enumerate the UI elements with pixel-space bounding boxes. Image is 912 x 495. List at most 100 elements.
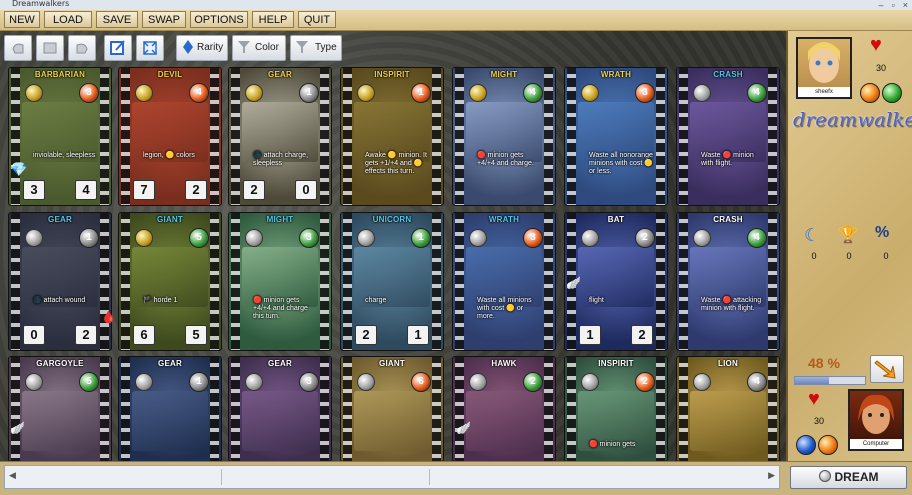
card-name: HAWK [491, 359, 517, 368]
menu-load-button[interactable]: LOAD [44, 11, 92, 28]
card-crash[interactable]: CRASH 4 Waste 🔴 attacking minion with flig… [676, 212, 780, 351]
card-name: GIANT [157, 215, 183, 224]
dream-button[interactable]: DREAM [790, 466, 907, 489]
card-name: GEAR [268, 359, 292, 368]
fullscreen-button[interactable] [136, 35, 164, 61]
film-strip-right [210, 68, 219, 205]
card-text: 🔴 minion gets +4/+4 and charge this turn… [253, 297, 308, 320]
card-level: 6 [411, 372, 431, 392]
card-name: WRATH [600, 70, 632, 79]
film-strip-right [210, 213, 219, 350]
card-text: 🔴 minion gets [589, 441, 636, 448]
card-giant[interactable]: GIANT 6 [340, 356, 444, 462]
card-level: 5 [189, 228, 209, 248]
computer-face-icon [858, 394, 894, 434]
card-crash[interactable]: CRASH 4 Waste 🔴 minion with flight. [676, 67, 780, 206]
card-art [242, 391, 318, 451]
undo-button[interactable] [4, 35, 32, 61]
player-avatar[interactable]: sheefx [796, 37, 852, 99]
card-devil[interactable]: DEVIL 4 legion, 🟡 colors 7 2 [118, 67, 222, 206]
cost-orb-icon [25, 84, 43, 102]
card-text: flight [589, 297, 604, 304]
hand-scrollbar[interactable]: ◀ ▶ [4, 465, 780, 489]
redo-icon [76, 43, 88, 54]
cost-orb-icon [245, 84, 263, 102]
film-strip-right [432, 213, 441, 350]
maximize-icon[interactable]: ▫ [892, 0, 895, 10]
card-gear[interactable]: GEAR 1 🌑 attach wound 0 2 [8, 212, 112, 351]
redo-button[interactable] [68, 35, 96, 61]
cost-orb-icon [469, 84, 487, 102]
card-wrath[interactable]: WRATH 3 Waste all nonorange minions with c… [564, 67, 668, 206]
type-filter-button[interactable]: Type [290, 35, 342, 61]
card-might[interactable]: MIGHT 3 🔴 minion gets +4/+4 and charge thi… [228, 212, 332, 351]
film-strip-left [679, 68, 688, 205]
cost-orb-icon [245, 229, 263, 247]
card-text: Waste all minions with cost 🟡 or more. [477, 297, 532, 320]
moon-icon: ☾ [804, 225, 821, 245]
player-name: sheefx [798, 87, 850, 97]
scroll-left-icon[interactable]: ◀ [9, 470, 16, 481]
film-strip-right [544, 357, 553, 461]
film-strip-right [100, 68, 109, 205]
rarity-sort-button[interactable]: Rarity [176, 35, 228, 61]
card-level: 4 [747, 83, 767, 103]
card-might[interactable]: MIGHT 4 🔴 minion gets +4/+4 and charge. [452, 67, 556, 206]
film-strip-right [210, 357, 219, 461]
card-art [22, 391, 98, 451]
edit-button[interactable] [104, 35, 132, 61]
computer-avatar[interactable]: Computer [848, 389, 904, 451]
card-name: WRATH [488, 215, 520, 224]
card-lion[interactable]: LION 4 [676, 356, 780, 462]
blood-drop-icon: 🩸 [101, 310, 116, 324]
card-gear[interactable]: GEAR 1 [118, 356, 222, 462]
film-strip-left [343, 357, 352, 461]
orange-mana-orb-icon [860, 83, 880, 103]
card-text: 🔴 minion gets +4/+4 and charge. [477, 152, 534, 167]
menu-new-button[interactable]: NEW [4, 11, 40, 28]
card-gear[interactable]: GEAR 1 🌑 attach charge, sleepless 2 0 [228, 67, 332, 206]
card-wrath[interactable]: WRATH 3 Waste all minions with cost 🟡 or m… [452, 212, 556, 351]
card-art [132, 391, 208, 451]
card-board: Rarity Color Type BARBARIAN 3 inviolable, … [0, 31, 786, 462]
card-level: 2 [635, 228, 655, 248]
card-barbarian[interactable]: BARBARIAN 3 inviolable, sleepless 3 4 [8, 67, 112, 206]
film-strip-right [320, 213, 329, 350]
card-name: CRASH [713, 70, 743, 79]
progress-bar [794, 376, 866, 385]
card-level: 2 [523, 372, 543, 392]
card-inspirit[interactable]: INSPIRIT 2 🔴 minion gets [564, 356, 668, 462]
menu-quit-button[interactable]: QUIT [298, 11, 336, 28]
card-level: 3 [299, 228, 319, 248]
card-inspirit[interactable]: INSPIRIT 1 Awake 🟡 minion. It gets +1/+4 a… [340, 67, 444, 206]
close-icon[interactable]: × [903, 0, 908, 10]
card-defense: 0 [295, 180, 317, 200]
menu-swap-button[interactable]: SWAP [142, 11, 186, 28]
film-strip-left [567, 68, 576, 205]
menu-save-button[interactable]: SAVE [96, 11, 138, 28]
card-level: 4 [747, 228, 767, 248]
cost-orb-icon [25, 229, 43, 247]
card-name: BAT [607, 215, 625, 224]
card-text: Waste all nonorange minions with cost 🟡 … [589, 152, 653, 175]
card-level: 3 [299, 372, 319, 392]
card-defense: 5 [185, 325, 207, 345]
window-title: Dreamwalkers [12, 0, 70, 8]
color-filter-button[interactable]: Color [232, 35, 286, 61]
next-turn-button[interactable] [870, 355, 904, 383]
scroll-right-icon[interactable]: ▶ [768, 470, 775, 481]
card-text: charge [365, 297, 387, 304]
card-hawk[interactable]: HAWK 2 [452, 356, 556, 462]
menu-options-button[interactable]: OPTIONS [190, 11, 248, 28]
card-gear[interactable]: GEAR 3 [228, 356, 332, 462]
card-text: 🏴 horde 1 [143, 297, 178, 304]
card-unicorn[interactable]: UNICORN 1 charge 2 1 [340, 212, 444, 351]
card-view-button[interactable] [36, 35, 64, 61]
player-life-heart-icon: ♥ [870, 34, 882, 56]
undo-icon [12, 43, 24, 54]
minimize-icon[interactable]: – [879, 0, 884, 10]
card-gargoyle[interactable]: GARGOYLE 5 [8, 356, 112, 462]
menu-help-button[interactable]: HELP [252, 11, 294, 28]
cost-orb-icon [357, 373, 375, 391]
card-giant[interactable]: GIANT 5 🏴 horde 1 6 5 [118, 212, 222, 351]
